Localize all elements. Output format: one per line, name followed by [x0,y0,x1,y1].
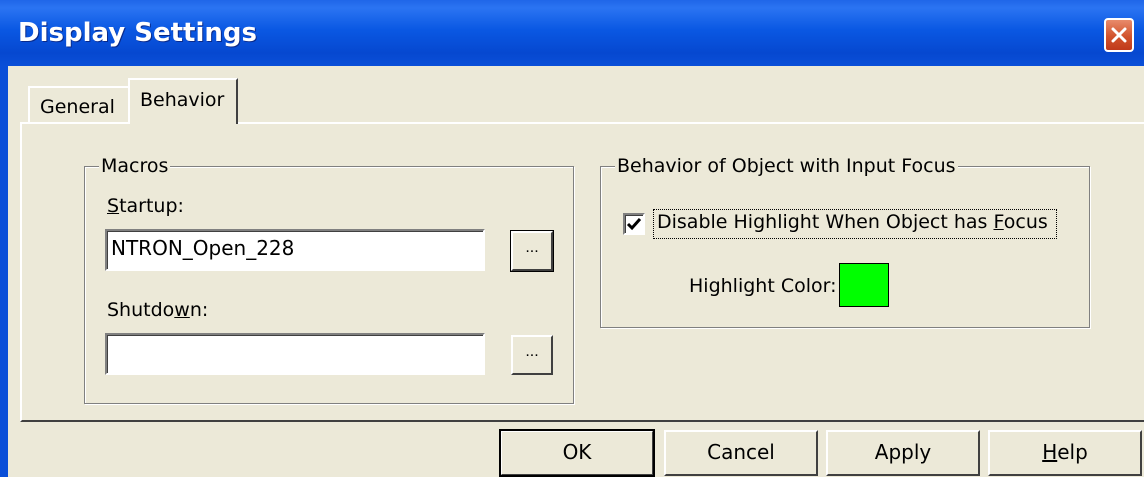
input-focus-group-label: Behavior of Object with Input Focus [615,155,958,177]
tab-behavior[interactable]: Behavior [128,78,238,124]
shutdown-macro-input[interactable] [105,333,485,375]
shutdown-browse-button[interactable]: ... [511,335,553,375]
startup-macro-input[interactable]: NTRON_Open_228 [105,229,485,271]
ok-button[interactable]: OK [499,429,655,477]
cancel-button[interactable]: Cancel [664,430,818,476]
tab-panel-behavior: Macros Startup: NTRON_Open_228 ... Shutd… [20,122,1144,422]
title-bar[interactable]: Display Settings [0,0,1144,66]
startup-label: Startup: [107,195,184,217]
tab-general[interactable]: General [28,86,133,122]
startup-browse-button[interactable]: ... [510,230,554,272]
macros-group-label: Macros [99,155,171,177]
checkmark-icon [626,218,642,231]
highlight-color-swatch[interactable] [839,263,889,307]
dialog-content: General Behavior Macros Startup: NTRON_O… [8,66,1144,477]
window-title: Display Settings [18,18,257,48]
close-button[interactable] [1104,18,1134,52]
help-button[interactable]: Help [988,430,1142,476]
close-icon [1111,27,1127,43]
disable-highlight-label[interactable]: Disable Highlight When Object has Focus [657,211,1048,233]
window-frame-left [0,0,8,477]
disable-highlight-checkbox[interactable] [623,213,645,235]
apply-button[interactable]: Apply [826,430,980,476]
highlight-color-label: Highlight Color: [689,275,837,297]
macros-group: Macros Startup: NTRON_Open_228 ... Shutd… [84,155,574,404]
shutdown-label: Shutdown: [107,299,209,321]
input-focus-group: Behavior of Object with Input Focus Disa… [600,155,1090,328]
